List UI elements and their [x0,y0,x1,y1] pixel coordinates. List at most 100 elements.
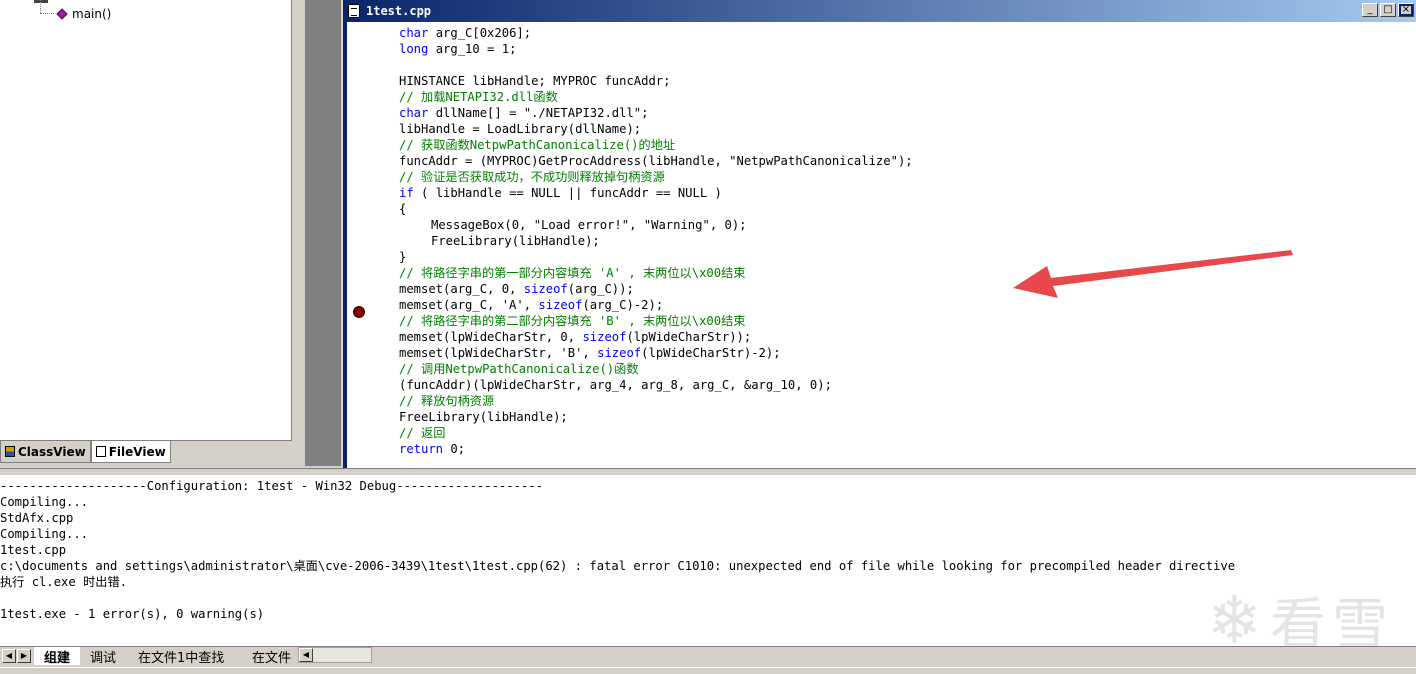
tab-label: 组建 [44,650,71,666]
output-line: 执行 cl.exe 时出错. [0,575,127,589]
code-line: funcAddr = (MYPROC)GetProcAddress(libHan… [369,153,1409,169]
code-keyword: long [399,42,429,56]
code-line: char arg_C[0x206]; [369,25,1409,41]
mdi-background [305,0,341,466]
code-text: } [399,250,407,264]
tab-find-in-files-1[interactable]: 在文件1中查找 [128,647,234,666]
tab-label: ClassView [18,444,86,459]
code-line: (funcAddr)(lpWideCharStr, arg_4, arg_8, … [369,377,1409,393]
code-text: (lpWideCharStr)); [626,330,752,344]
code-keyword: if [399,186,414,200]
code-keyword: char [399,106,429,120]
editor-titlebar[interactable]: 1test.cpp _ □ × [343,0,1416,22]
maximize-button[interactable]: □ [1380,3,1396,17]
code-comment: // 获取函数NetpwPathCanonicalize()的地址 [399,138,676,152]
code-keyword: sizeof [582,330,627,344]
code-line: MessageBox(0, "Load error!", "Warning", … [369,217,1409,233]
code-line: HINSTANCE libHandle; MYPROC funcAddr; [369,73,1409,89]
status-strip [0,667,1416,674]
tree-node-parent [34,0,48,3]
code-text: memset(lpWideCharStr, 0, [399,330,583,344]
code-line: FreeLibrary(libHandle); [369,409,1409,425]
code-text: memset(lpWideCharStr, 'B', [399,346,598,360]
code-line: // 释放句柄资源 [369,393,1409,409]
close-button[interactable]: × [1398,3,1414,17]
code-line: return 0; [369,441,1409,457]
code-text: arg_10 = 1; [428,42,517,56]
tab-label: 在文件 [252,650,292,666]
tree-connector-h [40,13,54,14]
output-line: c:\documents and settings\administrator\… [0,559,1236,573]
output-pane[interactable]: --------------------Configuration: 1test… [0,476,1416,646]
document-icon [348,4,360,18]
tab-label: 调试 [90,650,117,666]
fileview-icon [95,446,106,457]
code-keyword: return [399,442,444,456]
tab-debug[interactable]: 调试 [80,647,126,666]
code-keyword: sizeof [538,298,583,312]
code-text: (lpWideCharStr)-2); [641,346,781,360]
workspace-tabs: ClassView FileView [0,440,292,466]
code-text: HINSTANCE libHandle; MYPROC funcAddr; [399,74,671,88]
watermark: ❄ 看雪 [1207,580,1394,646]
code-line: // 获取函数NetpwPathCanonicalize()的地址 [369,137,1409,153]
code-text: 0; [443,442,466,456]
workspace-panel: main() ClassView FileView [0,0,292,466]
code-line: if ( libHandle == NULL || funcAddr == NU… [369,185,1409,201]
output-line: StdAfx.cpp [0,511,74,525]
code-text: arg_C[0x206]; [428,26,532,40]
watermark-text: 看雪 [1270,593,1394,646]
scroll-left-arrow-icon[interactable]: ◀ [299,648,313,662]
tab-find-in-files-2[interactable]: 在文件 [242,647,301,666]
code-text: funcAddr = (MYPROC)GetProcAddress(libHan… [399,154,913,168]
output-line: 1test.exe - 1 error(s), 0 warning(s) [0,607,265,621]
red-arrow-annotation [1013,250,1293,298]
output-line: --------------------Configuration: 1test… [0,479,543,493]
code-text: FreeLibrary(libHandle); [431,234,600,248]
code-text: MessageBox(0, "Load error!", "Warning", … [431,218,747,232]
code-line: // 将路径字串的第二部分内容填充 'B' , 末两位以\x00结束 [369,313,1409,329]
code-line: memset(lpWideCharStr, 'B', sizeof(lpWide… [369,345,1409,361]
code-line: // 验证是否获取成功，不成功则释放掉句柄资源 [369,169,1409,185]
code-keyword: char [399,26,429,40]
tab-build[interactable]: 组建 [34,647,81,666]
code-comment: // 加载NETAPI32.dll函数 [399,90,558,104]
output-line: Compiling... [0,495,89,509]
classview-icon [5,446,15,457]
code-text: memset(arg_C, 0, [399,282,524,296]
code-text: libHandle = LoadLibrary(dllName); [399,122,642,136]
tree-item-main[interactable]: main() [56,6,112,22]
code-comment: // 释放句柄资源 [399,394,495,408]
editor-gutter[interactable] [343,22,367,468]
code-line: long arg_10 = 1; [369,41,1409,57]
breakpoint-icon[interactable] [353,306,365,318]
code-line: // 返回 [369,425,1409,441]
tab-fileview[interactable]: FileView [90,441,171,463]
tree-connector [40,0,41,13]
window-buttons: _ □ × [1362,3,1414,17]
minimize-button[interactable]: _ [1362,3,1378,17]
code-line: { [369,201,1409,217]
tab-classview[interactable]: ClassView [0,441,91,463]
code-text: (arg_C)-2); [582,298,664,312]
code-line: libHandle = LoadLibrary(dllName); [369,121,1409,137]
horizontal-scrollbar[interactable]: ◀ [298,647,372,663]
tab-label: FileView [108,444,166,459]
tree-item-label: main() [72,7,112,21]
code-comment: // 验证是否获取成功，不成功则释放掉句柄资源 [399,170,665,184]
output-tabs: ◀ ▶ 组建 调试 在文件1中查找 在文件 ◀ [0,646,1416,674]
vertical-splitter[interactable] [293,0,305,466]
code-comment: // 将路径字串的第二部分内容填充 'B' , 末两位以\x00结束 [399,314,746,328]
output-line: 1test.cpp [0,543,67,557]
scroll-left-icon[interactable]: ◀ [2,649,16,663]
code-comment: // 调用NetpwPathCanonicalize()函数 [399,362,639,376]
snowflake-icon: ❄ [1206,581,1262,646]
code-text: ( libHandle == NULL || funcAddr == NULL … [413,186,722,200]
code-text: memset(arg_C, 'A', [399,298,539,312]
editor-window: 1test.cpp _ □ × char arg_C[0x206]; long a… [341,0,1416,468]
code-keyword: sizeof [597,346,642,360]
horizontal-splitter[interactable] [0,468,1416,476]
scroll-right-icon[interactable]: ▶ [17,649,31,663]
